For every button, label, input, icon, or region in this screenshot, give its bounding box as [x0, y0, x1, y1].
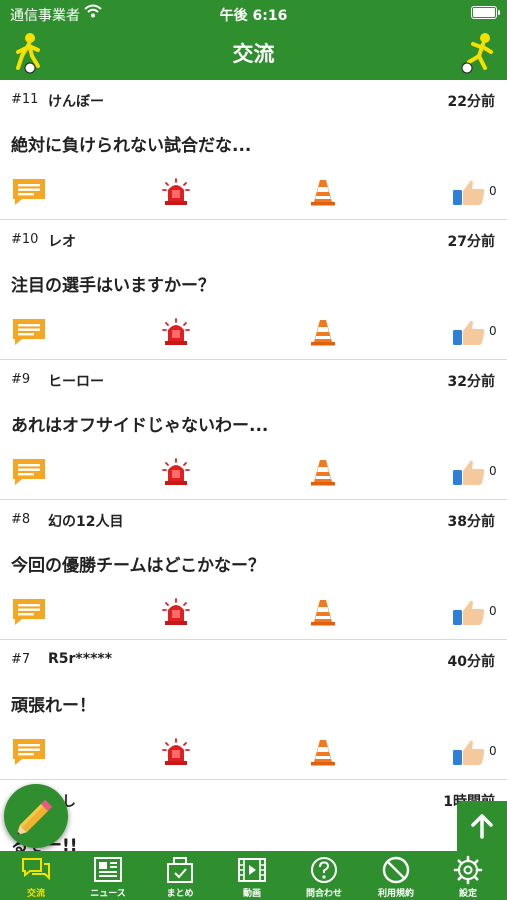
prohibited-icon	[382, 856, 410, 884]
post-username: レオ	[48, 234, 76, 250]
gear-icon	[453, 855, 483, 885]
like-button[interactable]: 0	[452, 738, 498, 766]
thumbs-up-icon	[453, 320, 485, 345]
post-time: 27分前	[447, 234, 495, 250]
status-bar: 通信事業者 午後 6:16	[0, 0, 507, 26]
like-count: 0	[489, 744, 497, 758]
tab-news[interactable]: ニュース	[72, 851, 144, 900]
tab-terms[interactable]: 利用規約	[360, 851, 432, 900]
comment-icon[interactable]	[12, 598, 46, 626]
tab-settings[interactable]: 設定	[432, 851, 504, 900]
like-button[interactable]: 0	[452, 598, 498, 626]
like-count: 0	[489, 324, 497, 338]
traffic-cone-icon[interactable]	[310, 458, 336, 486]
battery-icon	[471, 6, 500, 19]
post-item[interactable]: #8 幻の12人目 38分前 今回の優勝チームはどこかなー？ 0	[0, 500, 507, 640]
traffic-cone-icon[interactable]	[310, 318, 336, 346]
tab-inquiry[interactable]: 問合わせ	[288, 851, 360, 900]
tab-label: 交流	[26, 889, 45, 899]
post-username: 幻の12人目	[48, 514, 124, 530]
post-body: 注目の選手はいますかー？	[11, 276, 215, 296]
tab-summary[interactable]: まとめ	[144, 851, 216, 900]
post-item[interactable]: #9 ヒーロー 32分前 あれはオフサイドじゃないわー... 0	[0, 360, 507, 500]
tab-bar: 交流 ニュース まとめ 動画 問合わせ 利用規約 設定	[0, 851, 507, 900]
comment-icon[interactable]	[12, 318, 46, 346]
post-number: #8	[11, 512, 31, 527]
post-item[interactable]: #10 レオ 27分前 注目の選手はいますかー？ 0	[0, 220, 507, 360]
post-item[interactable]: なし 1時間前 るぞー!!	[0, 780, 507, 851]
post-time: 38分前	[447, 514, 495, 530]
thumbs-up-icon	[453, 460, 485, 485]
alert-siren-icon[interactable]	[162, 318, 190, 346]
traffic-cone-icon[interactable]	[310, 178, 336, 206]
status-time: 午後 6:16	[219, 8, 288, 24]
post-number: #9	[11, 372, 31, 387]
post-username: ヒーロー	[48, 374, 104, 390]
tab-label: まとめ	[166, 889, 194, 899]
tab-label: 利用規約	[377, 889, 414, 899]
post-body: 今回の優勝チームはどこかなー？	[11, 556, 265, 576]
post-number: #10	[11, 232, 39, 247]
like-count: 0	[489, 184, 497, 198]
thumbs-up-icon	[453, 740, 485, 765]
tab-label: 動画	[242, 889, 261, 899]
post-username: R5r*****	[48, 651, 113, 667]
tab-label: ニュース	[90, 889, 126, 899]
post-list: #11 けんぼー 22分前 絶対に負けられない試合だな... 0 #10 レオ …	[0, 80, 507, 851]
tab-exchange[interactable]: 交流	[0, 851, 72, 900]
post-body: 絶対に負けられない試合だな...	[11, 136, 252, 156]
post-time: 40分前	[447, 654, 495, 670]
page-title: 交流	[232, 42, 275, 66]
traffic-cone-icon[interactable]	[310, 598, 336, 626]
compose-button[interactable]	[4, 784, 68, 848]
comment-icon[interactable]	[12, 458, 46, 486]
traffic-cone-icon[interactable]	[310, 738, 336, 766]
alert-siren-icon[interactable]	[162, 458, 190, 486]
summary-box-icon	[167, 857, 193, 883]
tab-label: 設定	[458, 889, 477, 899]
post-feed[interactable]: #11 けんぼー 22分前 絶対に負けられない試合だな... 0 #10 レオ …	[0, 80, 507, 851]
post-number: #7	[11, 652, 31, 667]
newspaper-icon	[94, 857, 122, 882]
like-button[interactable]: 0	[452, 458, 498, 486]
post-body: 頑張れー！	[11, 696, 96, 716]
post-item[interactable]: #11 けんぼー 22分前 絶対に負けられない試合だな... 0	[0, 80, 507, 220]
soccer-player-kick-icon[interactable]	[459, 32, 499, 74]
post-username: けんぼー	[48, 94, 104, 110]
tab-video[interactable]: 動画	[216, 851, 288, 900]
thumbs-up-icon	[453, 180, 485, 205]
post-number: #11	[11, 92, 39, 107]
scroll-top-button[interactable]	[457, 801, 507, 851]
app-header: 通信事業者 午後 6:16 交流	[0, 0, 507, 80]
like-count: 0	[489, 604, 497, 618]
chat-bubbles-icon	[22, 858, 50, 881]
pencil-icon	[16, 799, 53, 836]
post-item[interactable]: #7 R5r***** 40分前 頑張れー！ 0	[0, 640, 507, 780]
like-button[interactable]: 0	[452, 318, 498, 346]
question-icon	[311, 857, 337, 883]
like-button[interactable]: 0	[452, 178, 498, 206]
post-time: 32分前	[447, 374, 495, 390]
comment-icon[interactable]	[12, 178, 46, 206]
thumbs-up-icon	[453, 600, 485, 625]
tab-label: 問合わせ	[305, 889, 342, 899]
alert-siren-icon[interactable]	[162, 178, 190, 206]
alert-siren-icon[interactable]	[162, 598, 190, 626]
film-icon	[238, 858, 266, 882]
arrow-up-icon	[471, 814, 493, 839]
comment-icon[interactable]	[12, 738, 46, 766]
alert-siren-icon[interactable]	[162, 738, 190, 766]
like-count: 0	[489, 464, 497, 478]
post-time: 22分前	[447, 94, 495, 110]
post-body: あれはオフサイドじゃないわー...	[11, 416, 269, 436]
